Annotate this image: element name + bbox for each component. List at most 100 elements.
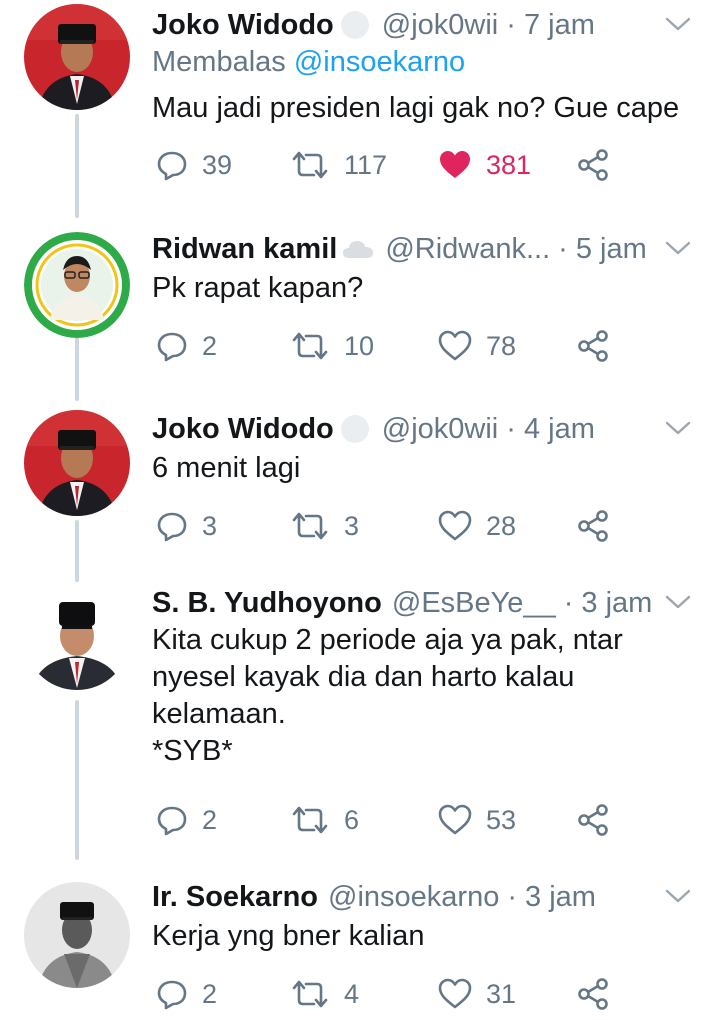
avatar[interactable] — [24, 4, 130, 110]
avatar[interactable] — [24, 410, 130, 516]
chevron-down-icon[interactable] — [664, 886, 692, 906]
reply-button[interactable]: 2 — [156, 328, 217, 364]
reply-icon — [157, 332, 187, 362]
retweet-icon — [292, 332, 328, 360]
tweet-actions: 2 10 78 — [156, 328, 626, 364]
tweet-header: Ir. Soekarno @insoekarno · 3 jam — [152, 876, 660, 918]
reply-button[interactable]: 39 — [156, 147, 232, 183]
heart-icon — [440, 151, 470, 178]
like-count: 28 — [486, 510, 517, 541]
share-icon — [578, 804, 608, 836]
retweet-icon — [292, 151, 328, 179]
display-name[interactable]: Joko Widodo — [152, 4, 334, 46]
like-count: 31 — [486, 978, 517, 1009]
timestamp[interactable]: · 7 jam — [506, 4, 595, 46]
heart-icon — [438, 330, 472, 361]
retweet-count: 3 — [344, 510, 360, 541]
like-button[interactable]: 28 — [438, 508, 516, 544]
tweet[interactable]: Ir. Soekarno @insoekarno · 3 jam Kerja y… — [0, 876, 720, 1016]
tweet[interactable]: Joko Widodo @jok0wii · 7 jam Membalas @i… — [0, 4, 720, 204]
like-count: 381 — [486, 149, 532, 180]
tweet-header: Joko Widodo @jok0wii · 7 jam — [152, 4, 660, 46]
retweet-count: 6 — [344, 804, 360, 835]
retweet-button[interactable]: 117 — [290, 147, 387, 183]
heart-icon — [438, 510, 472, 541]
username[interactable]: @insoekarno — [328, 876, 499, 918]
reply-button[interactable]: 2 — [156, 976, 217, 1012]
chevron-down-icon[interactable] — [664, 418, 692, 438]
timestamp[interactable]: · 3 jam — [564, 582, 653, 624]
retweet-icon — [292, 806, 328, 834]
retweet-icon — [292, 512, 328, 540]
reply-icon — [157, 151, 187, 181]
username[interactable]: @jok0wii — [382, 408, 498, 450]
reply-icon — [157, 980, 187, 1010]
tweet[interactable]: Joko Widodo @jok0wii · 4 jam 6 menit lag… — [0, 408, 720, 578]
share-icon — [578, 330, 608, 362]
reply-mention-link[interactable]: @insoekarno — [294, 46, 465, 78]
retweet-button[interactable]: 6 — [290, 802, 359, 838]
retweet-icon — [292, 980, 328, 1008]
display-name[interactable]: S. B. Yudhoyono — [152, 582, 382, 624]
tweet-text: Mau jadi presiden lagi gak no? Gue cape — [152, 92, 680, 124]
tweet-actions: 2 6 53 — [156, 802, 626, 838]
retweet-count: 4 — [344, 978, 360, 1009]
reply-count: 39 — [202, 149, 233, 180]
chevron-down-icon[interactable] — [664, 238, 692, 258]
tweet-actions: 2 4 31 — [156, 976, 626, 1012]
chevron-down-icon[interactable] — [664, 14, 692, 34]
heart-icon — [438, 804, 472, 835]
reply-count: 2 — [202, 978, 218, 1009]
retweet-count: 10 — [344, 330, 375, 361]
blank-circle-badge-icon — [338, 414, 372, 444]
reply-context: Membalas @insoekarno — [152, 46, 465, 79]
share-button[interactable] — [576, 802, 610, 838]
tweet-actions: 3 3 28 — [156, 508, 626, 544]
share-button[interactable] — [576, 328, 610, 364]
reply-count: 2 — [202, 804, 218, 835]
tweet-header: S. B. Yudhoyono @EsBeYe__ · 3 jam — [152, 582, 660, 624]
heart-icon — [438, 978, 472, 1009]
display-name[interactable]: Ridwan kamil — [152, 228, 337, 270]
share-icon — [578, 510, 608, 542]
tweet-header: Joko Widodo @jok0wii · 4 jam — [152, 408, 660, 450]
tweet[interactable]: Ridwan kamil @Ridwank... · 5 jam Pk rapa… — [0, 228, 720, 398]
reply-button[interactable]: 3 — [156, 508, 217, 544]
like-button[interactable]: 53 — [438, 802, 516, 838]
like-count: 78 — [486, 330, 517, 361]
display-name[interactable]: Joko Widodo — [152, 408, 334, 450]
share-icon — [578, 978, 608, 1010]
tweet[interactable]: S. B. Yudhoyono @EsBeYe__ · 3 jam Kita c… — [0, 582, 720, 852]
share-icon — [578, 149, 608, 181]
display-name[interactable]: Ir. Soekarno — [152, 876, 318, 918]
blank-circle-badge-icon — [338, 10, 372, 40]
like-button[interactable]: 78 — [438, 328, 516, 364]
like-button[interactable]: 381 — [438, 147, 531, 183]
username[interactable]: @EsBeYe__ — [392, 582, 556, 624]
tweet-header: Ridwan kamil @Ridwank... · 5 jam — [152, 228, 660, 270]
username[interactable]: @jok0wii — [382, 4, 498, 46]
chevron-down-icon[interactable] — [664, 592, 692, 612]
like-button[interactable]: 31 — [438, 976, 516, 1012]
username[interactable]: @Ridwank... — [385, 228, 550, 270]
reply-count: 3 — [202, 510, 218, 541]
timestamp[interactable]: · 4 jam — [506, 408, 595, 450]
avatar[interactable] — [24, 232, 130, 338]
avatar[interactable] — [24, 584, 130, 690]
retweet-button[interactable]: 4 — [290, 976, 359, 1012]
share-button[interactable] — [576, 976, 610, 1012]
tweet-text: Pk rapat kapan? — [152, 272, 364, 304]
retweet-count: 117 — [344, 149, 388, 180]
timestamp[interactable]: · 3 jam — [507, 876, 596, 918]
timestamp[interactable]: · 5 jam — [558, 228, 647, 270]
tweet-text: Kerja yng bner kalian — [152, 920, 425, 952]
retweet-button[interactable]: 10 — [290, 328, 374, 364]
tweet-text: Kita cukup 2 periode aja ya pak, ntar ny… — [152, 624, 623, 767]
retweet-button[interactable]: 3 — [290, 508, 359, 544]
reply-button[interactable]: 2 — [156, 802, 217, 838]
share-button[interactable] — [576, 147, 610, 183]
avatar[interactable] — [24, 882, 130, 988]
share-button[interactable] — [576, 508, 610, 544]
reply-count: 2 — [202, 330, 218, 361]
tweet-text: 6 menit lagi — [152, 452, 301, 484]
